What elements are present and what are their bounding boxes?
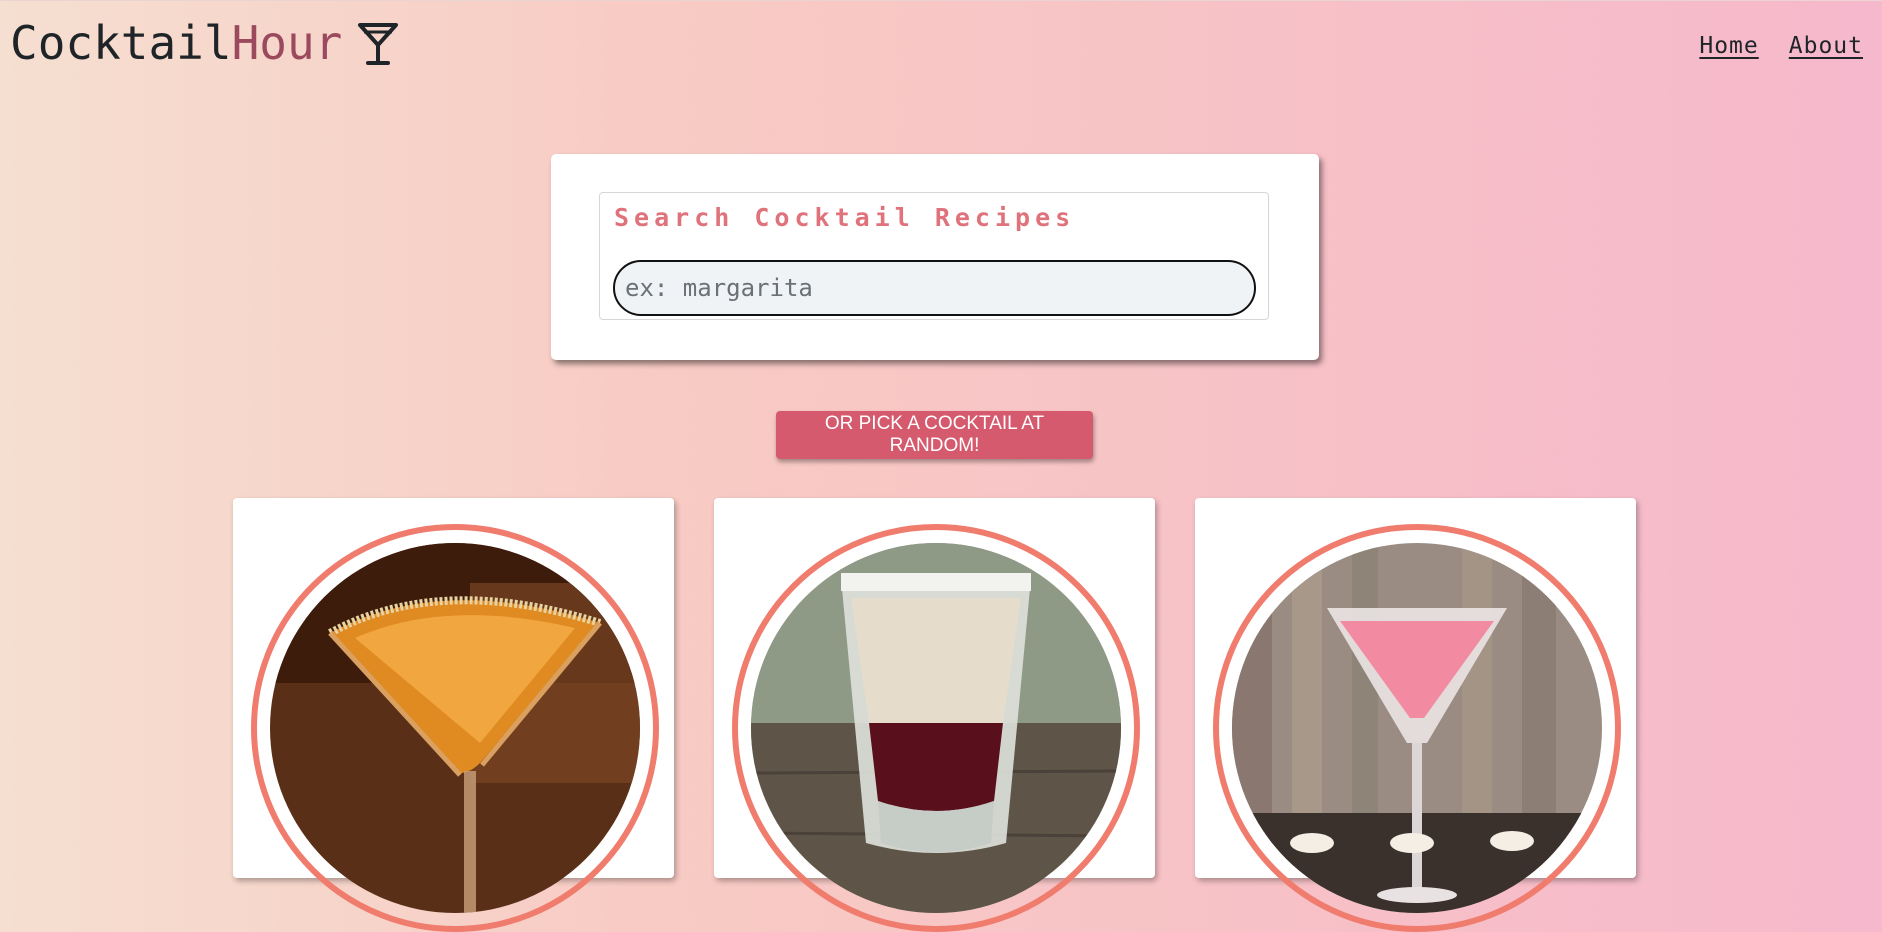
pink-martini-photo: [1232, 543, 1602, 913]
martini-glass-icon: [358, 23, 399, 65]
search-title: Search Cocktail Recipes: [614, 203, 1076, 232]
search-fieldset: Search Cocktail Recipes: [599, 192, 1269, 320]
cocktail-card[interactable]: [233, 498, 674, 932]
nav-link-home[interactable]: Home: [1699, 33, 1758, 59]
cocktail-card[interactable]: [1195, 498, 1636, 932]
logo-text-cocktail: Cocktail: [10, 16, 232, 70]
search-card: Search Cocktail Recipes: [551, 154, 1319, 360]
cocktail-card[interactable]: [714, 498, 1155, 932]
logo-text-hour: Hour: [231, 16, 343, 70]
top-nav: Home About: [1699, 33, 1863, 59]
layered-shot-photo: [751, 543, 1121, 913]
nav-link-about[interactable]: About: [1789, 33, 1863, 59]
random-cocktail-button[interactable]: OR PICK A COCKTAIL AT RANDOM!: [776, 411, 1093, 459]
site-logo[interactable]: Cocktail Hour: [10, 15, 400, 71]
search-input[interactable]: [613, 260, 1256, 316]
orange-martini-photo: [270, 543, 640, 913]
